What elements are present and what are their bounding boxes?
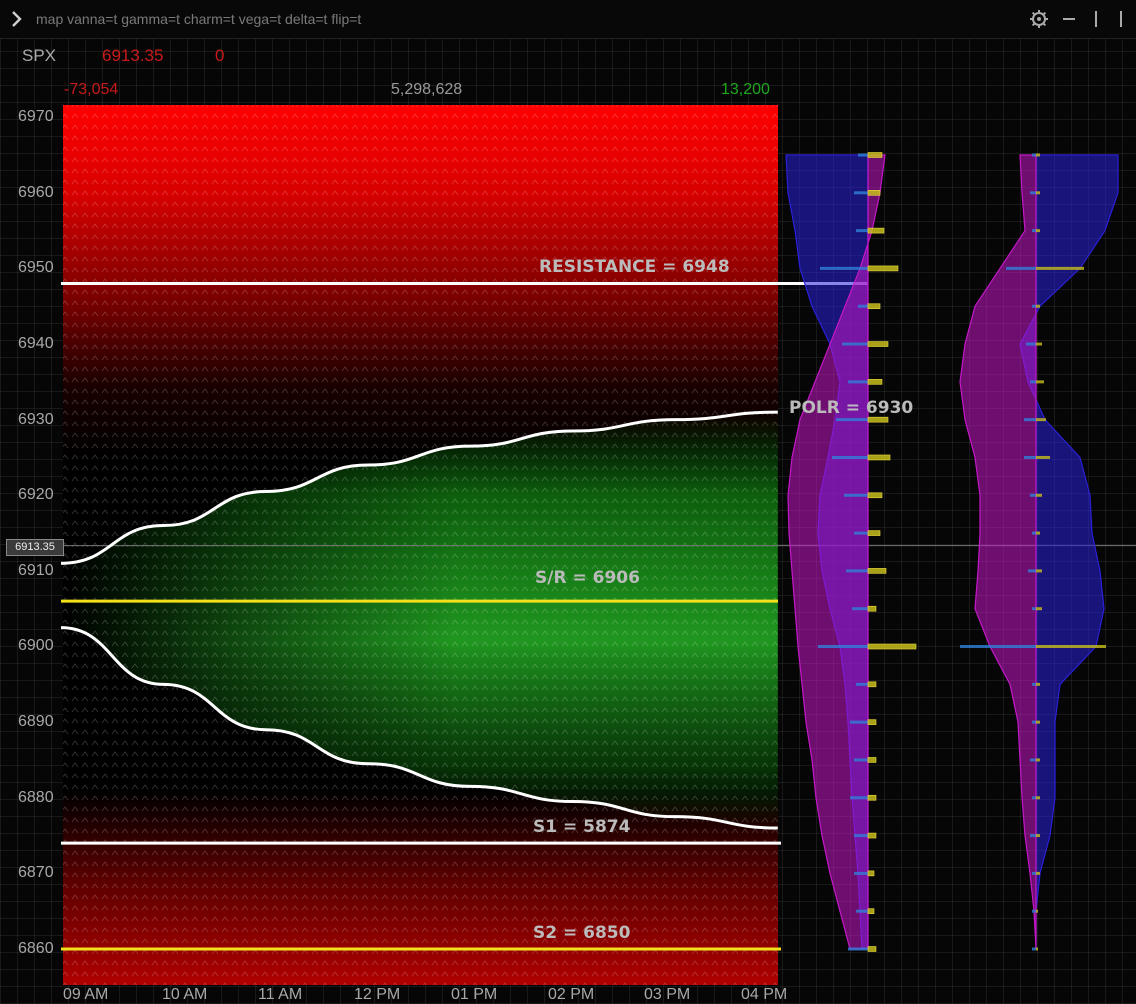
heatmap-texture [63, 105, 778, 985]
gex-map-window: map vanna=t gamma=t charm=t vega=t delta… [0, 0, 1136, 1004]
y-tick-label: 6950 [18, 259, 54, 276]
strike-bar [867, 757, 877, 763]
strike-bar [867, 681, 877, 688]
x-tick-label: 03 PM [644, 986, 691, 1003]
y-tick-label: 6960 [18, 184, 54, 201]
y-tick-label: 6930 [18, 411, 54, 428]
y-tick-label: 6910 [18, 562, 54, 579]
strike-bar [867, 227, 885, 234]
strike-bar [867, 530, 881, 536]
strike-bar [867, 492, 883, 499]
sr-level-label: S/R = 6906 [535, 568, 640, 588]
polr-level-label: POLR = 6930 [789, 398, 914, 418]
x-tick-label: 01 PM [451, 986, 498, 1003]
y-tick-label: 6900 [18, 637, 54, 654]
y-tick-label: 6890 [18, 713, 54, 730]
heatmap-chart[interactable] [0, 0, 1136, 1004]
s2-level-label: S2 = 6850 [533, 923, 631, 943]
strike-bar [867, 568, 887, 574]
y-tick-label: 6860 [18, 940, 54, 957]
y-tick-label: 6880 [18, 789, 54, 806]
x-tick-label: 10 AM [162, 986, 208, 1003]
strike-bar [867, 946, 877, 952]
strike-bar [867, 719, 877, 725]
strike-bar [867, 832, 877, 839]
strike-bar [867, 605, 877, 612]
strike-bar [867, 152, 883, 158]
strike-bar [867, 341, 889, 347]
x-tick-label: 09 AM [63, 986, 109, 1003]
y-tick-label: 6920 [18, 486, 54, 503]
strike-bar [867, 794, 877, 801]
resistance-level-label: RESISTANCE = 6948 [539, 257, 730, 277]
x-tick-label: 12 PM [354, 986, 401, 1003]
strike-bar [867, 643, 917, 650]
x-tick-label: 04 PM [741, 986, 788, 1003]
strike-bar [867, 454, 891, 461]
y-tick-label: 6970 [18, 108, 54, 125]
strike-bar [867, 379, 883, 385]
s1-level-label: S1 = 5874 [533, 817, 631, 837]
strike-bar [867, 870, 875, 877]
strike-bar [867, 303, 881, 310]
current-price-tag: 6913.35 [6, 539, 64, 556]
y-tick-label: 6870 [18, 864, 54, 881]
x-tick-label: 11 AM [258, 986, 303, 1003]
strike-bar [867, 908, 875, 914]
y-tick-label: 6940 [18, 335, 54, 352]
x-tick-label: 02 PM [548, 986, 595, 1003]
strike-bar [867, 190, 881, 196]
vanna-profile-2 [959, 154, 1037, 950]
strike-bar [867, 265, 899, 272]
